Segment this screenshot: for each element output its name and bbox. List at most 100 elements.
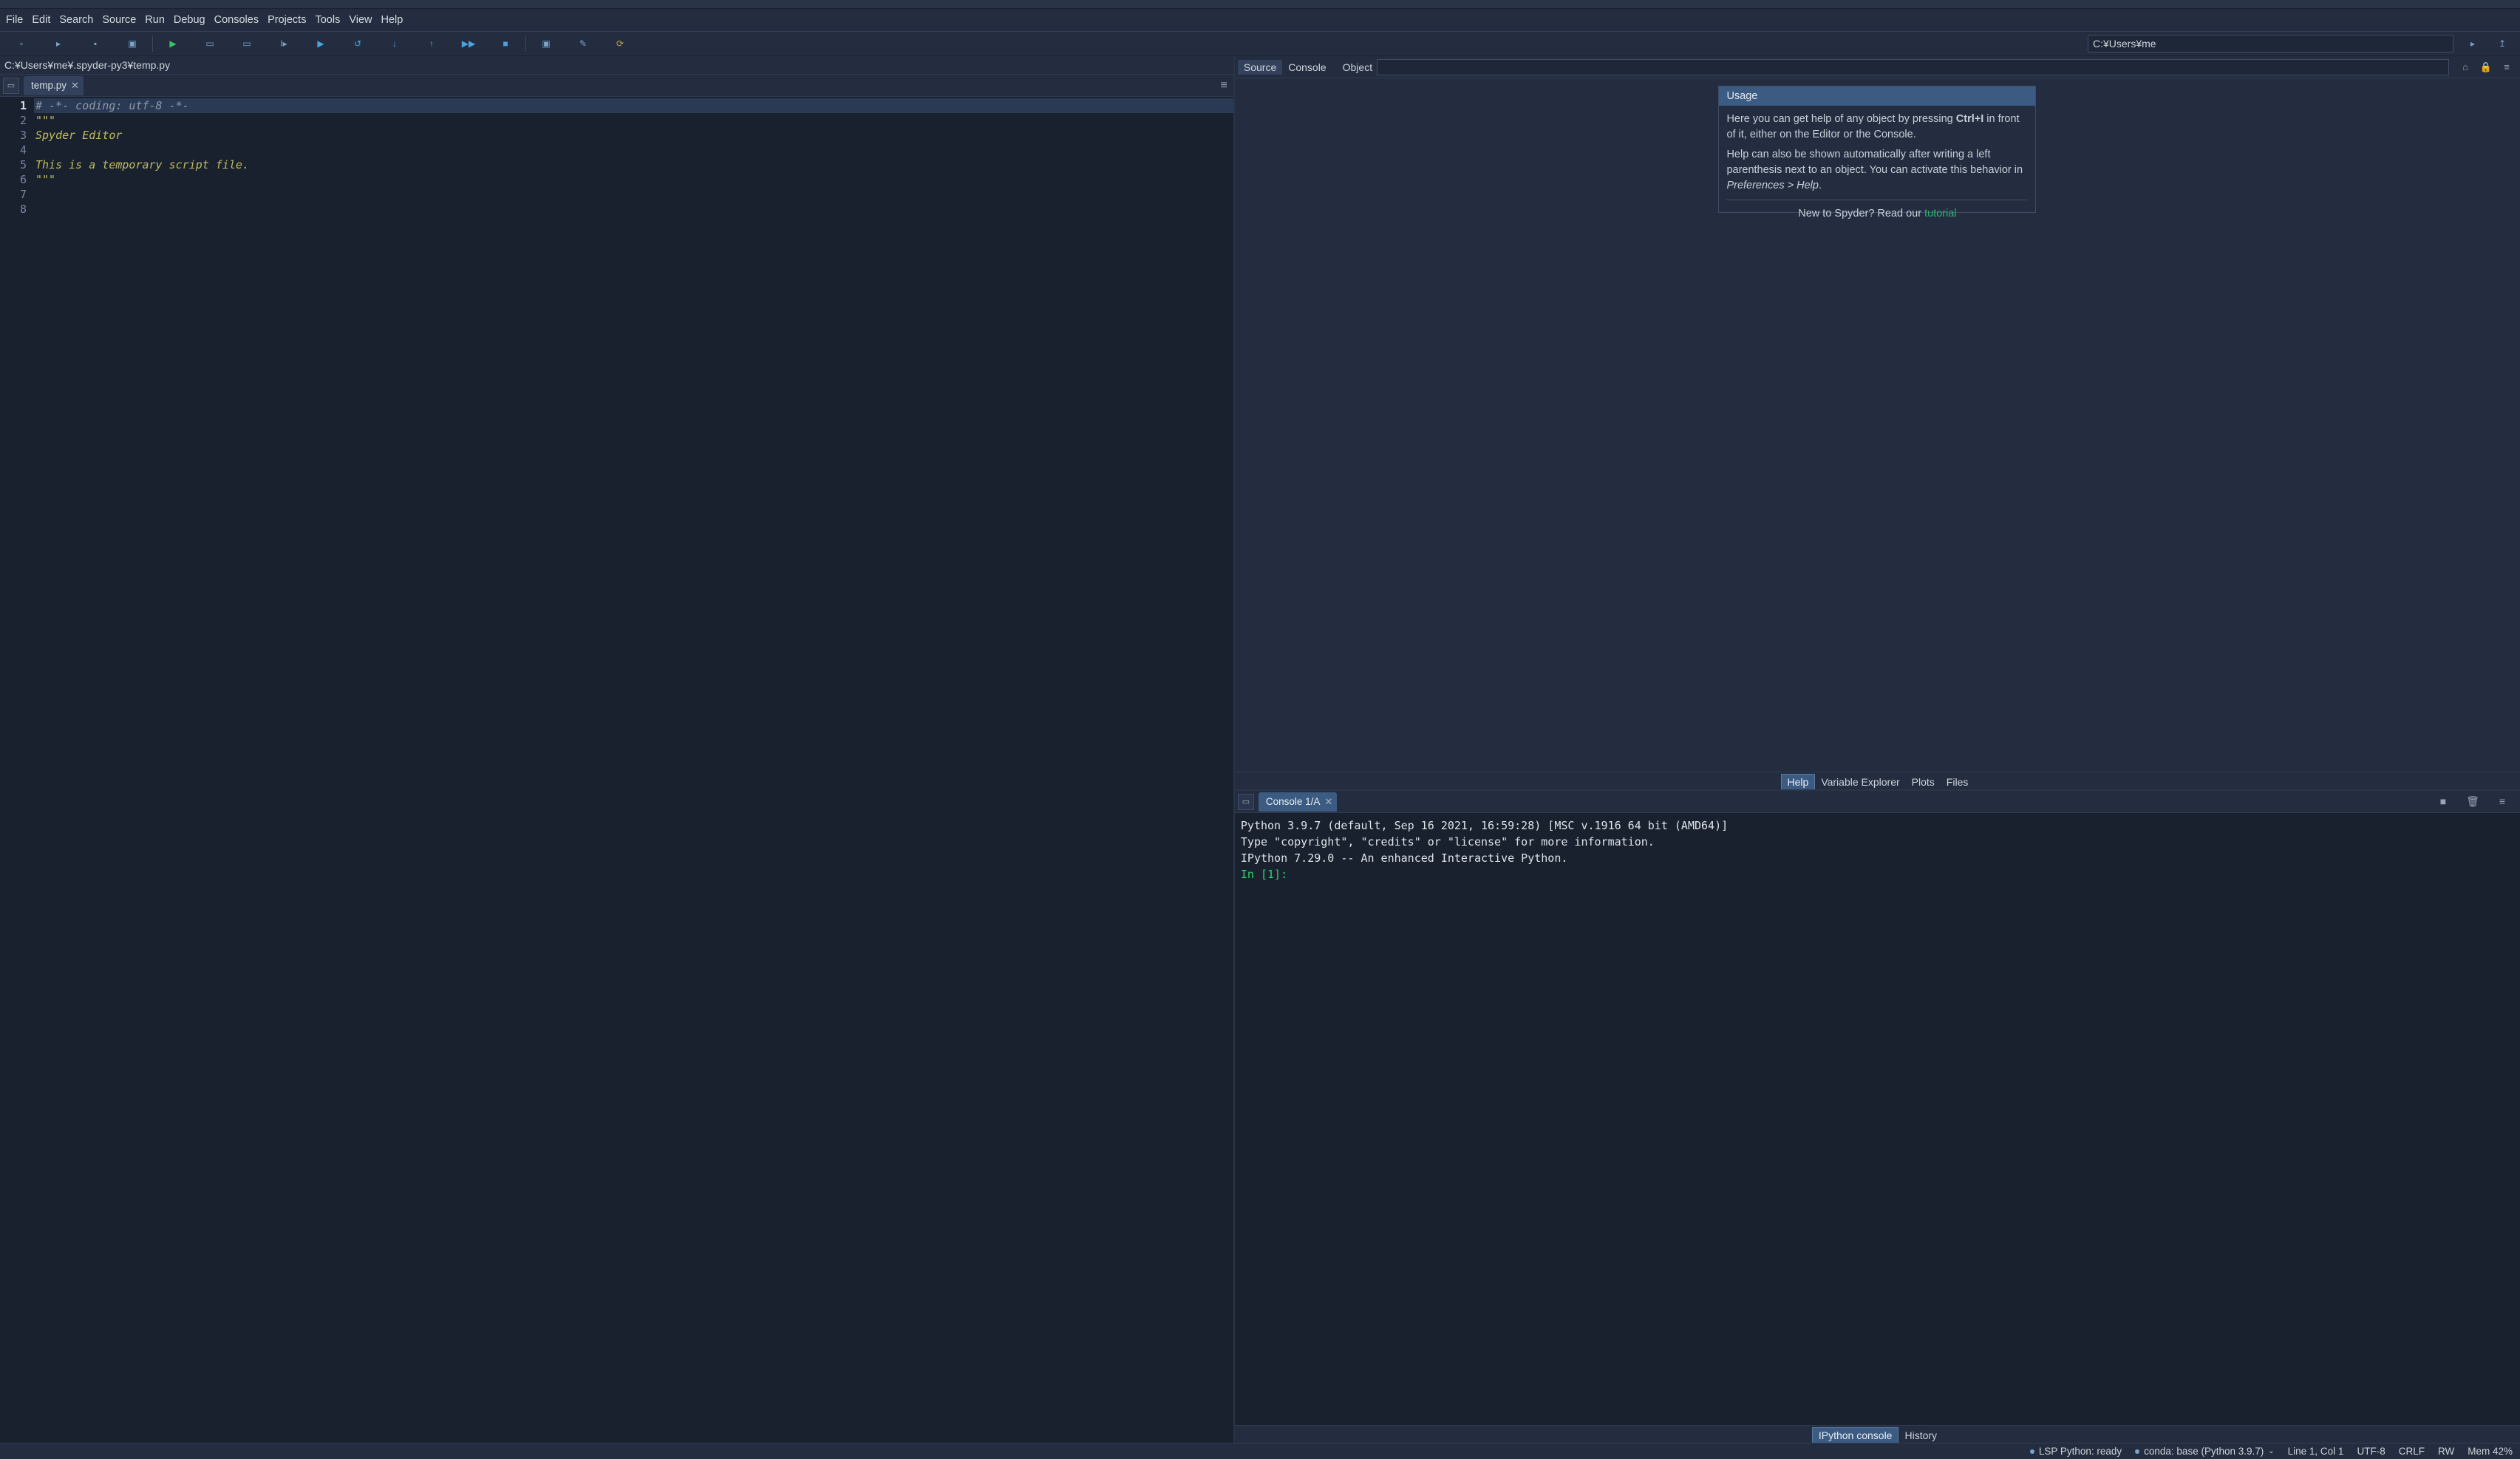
browse-dir-icon[interactable]: ▸: [2458, 33, 2487, 54]
options-icon[interactable]: ≡: [2496, 61, 2517, 73]
working-directory-input[interactable]: [2088, 35, 2453, 52]
debug-icon[interactable]: ▶: [302, 33, 339, 54]
help-text: Help can also be shown automatically aft…: [1726, 149, 2023, 176]
parent-dir-icon[interactable]: ↥: [2487, 33, 2517, 54]
menu-source[interactable]: Source: [98, 12, 140, 28]
help-tutorial-text: New to Spyder? Read our: [1798, 208, 1924, 220]
console-output-line: IPython 7.29.0 -- An enhanced Interactiv…: [1241, 850, 2514, 866]
menu-help[interactable]: Help: [377, 12, 408, 28]
code-line[interactable]: [34, 143, 1233, 157]
new-file-icon[interactable]: ▫: [3, 33, 40, 54]
console-tab[interactable]: Console 1/A ✕: [1259, 792, 1337, 812]
menu-debug[interactable]: Debug: [169, 12, 210, 28]
menu-tools[interactable]: Tools: [310, 12, 344, 28]
code-line[interactable]: Spyder Editor: [34, 128, 1233, 143]
browse-consoles-icon[interactable]: ▭: [1238, 794, 1254, 810]
debug-step-icon[interactable]: ↺: [339, 33, 376, 54]
pane-tab-plots[interactable]: Plots: [1906, 775, 1941, 789]
run-cell-advance-icon[interactable]: ▭: [228, 33, 265, 54]
pythonpath-icon[interactable]: ⟳: [602, 33, 638, 54]
status-eol: CRLF: [2399, 1446, 2425, 1457]
help-card-title: Usage: [1719, 86, 2035, 106]
help-pane: Source Console Object ⌂🔒≡ Usage Here you…: [1235, 56, 2520, 791]
code-line[interactable]: # -*- coding: utf-8 -*-: [34, 98, 1233, 113]
run-cell-icon[interactable]: ▭: [191, 33, 228, 54]
menu-bar: FileEditSearchSourceRunDebugConsolesProj…: [0, 9, 2520, 31]
pane-tab-help[interactable]: Help: [1781, 774, 1816, 789]
menu-consoles[interactable]: Consoles: [210, 12, 263, 28]
pane-tab-history[interactable]: History: [1898, 1428, 1943, 1443]
editor-tab[interactable]: temp.py ✕: [24, 76, 84, 95]
code-line[interactable]: This is a temporary script file.: [34, 157, 1233, 172]
line-number: 5: [0, 157, 27, 172]
help-text: .: [1819, 180, 1822, 191]
step-out-icon[interactable]: ↑: [413, 33, 450, 54]
ipython-console[interactable]: Python 3.9.7 (default, Sep 16 2021, 16:5…: [1235, 813, 2520, 1425]
close-icon[interactable]: ✕: [71, 80, 79, 92]
preferences-icon[interactable]: ✎: [565, 33, 602, 54]
code-line[interactable]: [34, 202, 1233, 217]
run-selection-icon[interactable]: I▸: [265, 33, 302, 54]
console-pane: ▭ Console 1/A ✕ ■🗑≡ Python 3.9.7 (defaul…: [1235, 791, 2520, 1443]
main-toolbar: ▫▸▪▣▶▭▭I▸▶↺↓↑▶▶■▣✎⟳ ▸↥: [0, 31, 2520, 56]
code-line[interactable]: [34, 187, 1233, 202]
open-file-icon[interactable]: ▸: [40, 33, 77, 54]
line-number: 3: [0, 128, 27, 143]
interrupt-icon[interactable]: ■: [2428, 795, 2458, 808]
run-icon[interactable]: ▶: [154, 33, 191, 54]
menu-file[interactable]: File: [1, 12, 27, 28]
status-cursor: Line 1, Col 1: [2288, 1446, 2344, 1457]
step-in-icon[interactable]: ↓: [376, 33, 413, 54]
menu-run[interactable]: Run: [140, 12, 169, 28]
menu-search[interactable]: Search: [55, 12, 98, 28]
lock-icon[interactable]: 🔒: [2476, 61, 2496, 73]
console-tab-label: Console 1/A: [1266, 796, 1321, 807]
save-all-icon[interactable]: ▣: [114, 33, 151, 54]
pane-tab-files[interactable]: Files: [1941, 775, 1975, 789]
clear-icon[interactable]: 🗑: [2458, 795, 2487, 808]
status-bar: LSP Python: ready conda: base (Python 3.…: [0, 1443, 2520, 1459]
help-source-console[interactable]: Console: [1282, 60, 1332, 75]
help-pane-tabs: HelpVariable ExplorerPlotsFiles: [1235, 772, 2520, 789]
code-line[interactable]: """: [34, 113, 1233, 128]
editor-options-icon[interactable]: ≡: [1221, 79, 1227, 92]
code-editor[interactable]: 12345678 # -*- coding: utf-8 -*-"""Spyde…: [0, 97, 1233, 1443]
tutorial-link[interactable]: tutorial: [1924, 208, 1957, 220]
line-number: 6: [0, 172, 27, 187]
pane-tab-variable-explorer[interactable]: Variable Explorer: [1815, 775, 1905, 789]
menu-view[interactable]: View: [344, 12, 376, 28]
line-number: 8: [0, 202, 27, 217]
help-toolbar: Source Console Object ⌂🔒≡: [1235, 56, 2520, 78]
help-text: Here you can get help of any object by p…: [1726, 113, 1955, 125]
status-lsp[interactable]: LSP Python: ready: [2030, 1446, 2122, 1457]
help-source-source[interactable]: Source: [1238, 60, 1282, 75]
stop-debug-icon[interactable]: ■: [487, 33, 524, 54]
console-prompt: In [1]:: [1241, 868, 1287, 881]
line-number: 2: [0, 113, 27, 128]
help-object-input[interactable]: [1377, 59, 2449, 75]
close-icon[interactable]: ✕: [1324, 796, 1332, 808]
status-conda[interactable]: conda: base (Python 3.9.7)⌄: [2135, 1446, 2275, 1457]
console-pane-tabs: IPython consoleHistory: [1235, 1425, 2520, 1443]
menu-projects[interactable]: Projects: [263, 12, 310, 28]
continue-icon[interactable]: ▶▶: [450, 33, 487, 54]
help-shortcut: Ctrl+I: [1956, 113, 1983, 125]
help-pref-path: Preferences > Help: [1726, 180, 1819, 191]
line-number: 7: [0, 187, 27, 202]
window-titlebar: [0, 0, 2520, 9]
maximize-icon[interactable]: ▣: [528, 33, 565, 54]
editor-tab-label: temp.py: [31, 80, 67, 91]
chevron-down-icon: ⌄: [2268, 1447, 2274, 1455]
status-rw: RW: [2438, 1446, 2454, 1457]
options-icon[interactable]: ≡: [2487, 795, 2517, 808]
save-file-icon[interactable]: ▪: [77, 33, 114, 54]
code-line[interactable]: """: [34, 172, 1233, 187]
editor-tab-bar: ▭ temp.py ✕ ≡: [0, 75, 1233, 97]
menu-edit[interactable]: Edit: [27, 12, 55, 28]
line-number: 4: [0, 143, 27, 157]
console-output-line: Type "copyright", "credits" or "license"…: [1241, 834, 2514, 850]
help-object-label: Object: [1332, 61, 1377, 73]
pane-tab-ipython-console[interactable]: IPython console: [1812, 1427, 1899, 1443]
browse-tabs-icon[interactable]: ▭: [3, 78, 19, 94]
home-icon[interactable]: ⌂: [2455, 61, 2476, 73]
